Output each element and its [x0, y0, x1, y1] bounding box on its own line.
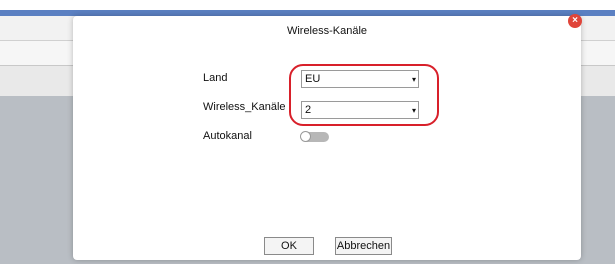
autokanal-label: Autokanal	[203, 130, 252, 142]
autokanal-toggle[interactable]	[300, 131, 329, 142]
dialog-title: Wireless-Kanäle	[286, 25, 368, 37]
cancel-button[interactable]: Abbrechen	[335, 237, 392, 255]
land-label: Land	[203, 72, 228, 84]
wireless-channel-dialog: Wireless-Kanäle × Land EU ▾ Wireless_Kan…	[73, 14, 582, 260]
channel-label: Wireless_Kanäle	[203, 101, 286, 113]
toggle-knob	[300, 131, 311, 142]
ok-button[interactable]: OK	[264, 237, 314, 255]
highlight-annotation	[289, 64, 439, 126]
close-icon[interactable]: ×	[568, 14, 582, 28]
